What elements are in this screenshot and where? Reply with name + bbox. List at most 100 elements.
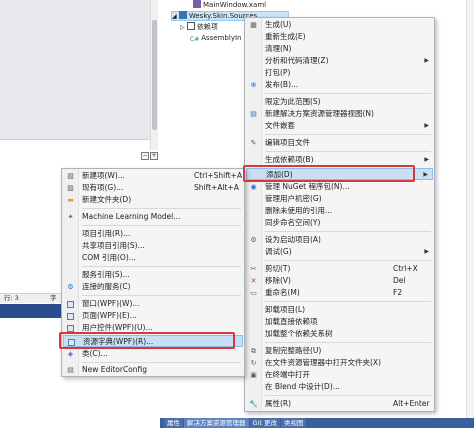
menu-separator (82, 225, 241, 226)
resource-dictionary-icon (67, 338, 76, 347)
editor-vertical-scrollbar[interactable] (150, 0, 158, 150)
ide-status-bar (0, 304, 62, 318)
minus-icon[interactable]: − (141, 152, 149, 160)
menu-item-connected-services[interactable]: ⚙ 连接的服务(C) (63, 281, 243, 293)
menu-item-rebuild[interactable]: 重新生成(E) (246, 31, 433, 43)
menu-item-remove[interactable]: ✕ 移除(V) Del (246, 275, 433, 287)
menu-item-wpf-page[interactable]: 页面(WPF)(E)... (63, 310, 243, 322)
nuget-icon: ◉ (250, 183, 257, 191)
menu-item-edit-project-file[interactable]: ✎ 编辑项目文件 (246, 137, 433, 149)
menu-item-cut[interactable]: ✂ 剪切(T) Ctrl+X (246, 263, 433, 275)
menu-item-pack[interactable]: 打包(P) (246, 67, 433, 79)
menu-item-properties[interactable]: 🔧 属性(R) Alt+Enter (246, 398, 433, 410)
menu-item-new-folder[interactable]: ▬ 新建文件夹(D) (63, 194, 243, 206)
submenu-arrow-icon: ▶ (424, 57, 429, 64)
menu-item-new-item[interactable]: ▧ 新建项(W)... Ctrl+Shift+A (63, 170, 243, 182)
menu-item-nuget[interactable]: ◉ 管理 NuGet 程序包(N)... (246, 181, 433, 193)
existing-item-icon: ▨ (67, 184, 74, 192)
menu-item-unload[interactable]: 卸载项目(L) (246, 304, 433, 316)
menu-separator (265, 260, 431, 261)
collapse-arrow-icon[interactable]: ▷ (180, 24, 185, 31)
tree-item-dependencies[interactable]: ▷ 依赖项 (180, 22, 218, 32)
menu-separator (265, 342, 431, 343)
menu-separator (265, 301, 431, 302)
menu-item-build-dependencies[interactable]: 生成依赖项(B) ▶ (246, 154, 433, 166)
tool-window-tabs: 属性 解决方案资源管理器 Git 更改 类视图 (160, 418, 474, 428)
menu-item-rename[interactable]: ▭ 重命名(M) F2 (246, 287, 433, 299)
remove-icon: ✕ (250, 277, 257, 285)
terminal-icon: ▣ (250, 371, 257, 379)
submenu-arrow-icon: ▶ (423, 171, 428, 178)
menu-separator (82, 266, 241, 267)
csharp-file-icon: C# (190, 36, 200, 43)
scrollbar-thumb[interactable] (152, 20, 157, 130)
menu-separator (265, 151, 431, 152)
open-folder-icon: ↻ (250, 359, 257, 367)
new-folder-icon: ▬ (67, 196, 74, 204)
menu-item-copy-path[interactable]: ⧉ 复制完整路径(U) (246, 345, 433, 357)
menu-item-clean[interactable]: 清理(N) (246, 43, 433, 55)
tab-solution-explorer[interactable]: 解决方案资源管理器 (184, 418, 249, 428)
menu-separator (82, 362, 241, 363)
menu-item-sync-namespaces[interactable]: 同步命名空间(Y) (246, 217, 433, 229)
dependencies-icon (186, 22, 195, 30)
tree-item-mainwindow[interactable]: MainWindow.xaml (193, 0, 266, 10)
add-submenu: ▧ 新建项(W)... Ctrl+Shift+A ▨ 现有项(G)... Shi… (61, 168, 245, 377)
editor-panel (0, 0, 150, 140)
menu-item-project-reference[interactable]: 项目引用(R)... (63, 228, 243, 240)
menu-item-new-editorconfig[interactable]: ▤ New EditorConfig (63, 364, 243, 376)
menu-separator (265, 93, 431, 94)
menu-item-publish[interactable]: ⊕ 发布(B)... (246, 79, 433, 91)
line-indicator: 行: 3 (4, 294, 19, 302)
class-icon: ◈ (67, 350, 74, 358)
editorconfig-icon: ▤ (67, 366, 74, 374)
menu-item-load-direct-deps[interactable]: 加载直接依赖项 (246, 316, 433, 328)
menu-separator (265, 231, 431, 232)
plus-icon[interactable]: + (150, 152, 158, 160)
menu-item-wpf-window[interactable]: 窗口(WPF)(W)... (63, 298, 243, 310)
menu-item-service-reference[interactable]: 服务引用(S)... (63, 269, 243, 281)
menu-item-com-reference[interactable]: COM 引用(O)... (63, 252, 243, 264)
menu-item-file-nesting[interactable]: 文件嵌套 ▶ (246, 120, 433, 132)
menu-item-scope[interactable]: 限定为此范围(S) (246, 96, 433, 108)
connected-service-icon: ⚙ (67, 283, 74, 291)
menu-item-wpf-user-control[interactable]: 用户控件(WPF)(U)... (63, 322, 243, 334)
rename-icon: ▭ (250, 289, 257, 297)
expand-arrow-icon[interactable]: ◢ (172, 13, 177, 20)
project-icon (178, 11, 187, 19)
copy-path-icon: ⧉ (251, 347, 256, 355)
editor-status-bar: 行: 3 字符 (0, 293, 62, 311)
menu-item-wpf-resource-dictionary[interactable]: 资源字典(WPF)(R)... (63, 335, 243, 347)
menu-item-load-dep-tree[interactable]: 加载整个依赖关系树 (246, 328, 433, 340)
explorer-scrollbar[interactable] (466, 0, 474, 418)
menu-item-blend[interactable]: 在 Blend 中设计(D)... (246, 381, 433, 393)
submenu-arrow-icon: ▶ (424, 156, 429, 163)
tree-item-assemblyinfo[interactable]: C# AssemblyIn (190, 33, 241, 43)
menu-item-open-terminal[interactable]: ▣ 在终端中打开 (246, 369, 433, 381)
menu-item-remove-unused-refs[interactable]: 删除未使用的引用... (246, 205, 433, 217)
submenu-arrow-icon: ▶ (424, 248, 429, 255)
menu-item-debug[interactable]: 调试(G) ▶ (246, 246, 433, 258)
menu-item-existing-item[interactable]: ▨ 现有项(G)... Shift+Alt+A (63, 182, 243, 194)
menu-item-build[interactable]: ▦ 生成(U) (246, 19, 433, 31)
cut-icon: ✂ (250, 265, 257, 273)
menu-item-class[interactable]: ◈ 类(C)... (63, 348, 243, 360)
window-icon (66, 300, 75, 309)
menu-item-analyze[interactable]: 分析和代码清理(Z) ▶ (246, 55, 433, 67)
menu-item-open-in-explorer[interactable]: ↻ 在文件资源管理器中打开文件夹(X) (246, 357, 433, 369)
menu-item-new-view[interactable]: ▤ 新建解决方案资源管理器视图(N) (246, 108, 433, 120)
menu-item-set-startup[interactable]: ⚙ 设为启动项目(A) (246, 234, 433, 246)
menu-item-shared-project-reference[interactable]: 共享项目引用(S)... (63, 240, 243, 252)
menu-separator (265, 395, 431, 396)
bottom-left-area (0, 418, 160, 428)
publish-icon: ⊕ (250, 81, 257, 89)
gear-icon: ⚙ (250, 236, 257, 244)
tab-properties[interactable]: 属性 (164, 418, 183, 428)
menu-item-ml-model[interactable]: ✦ Machine Learning Model... (63, 211, 243, 223)
menu-item-user-secrets[interactable]: 管理用户机密(G) (246, 193, 433, 205)
menu-item-add[interactable]: 添加(D) ▶ (246, 168, 433, 180)
tab-git-changes[interactable]: Git 更改 (249, 418, 280, 428)
xaml-file-icon (193, 0, 201, 8)
tab-class-view[interactable]: 类视图 (280, 418, 307, 428)
ml-model-icon: ✦ (67, 213, 74, 221)
